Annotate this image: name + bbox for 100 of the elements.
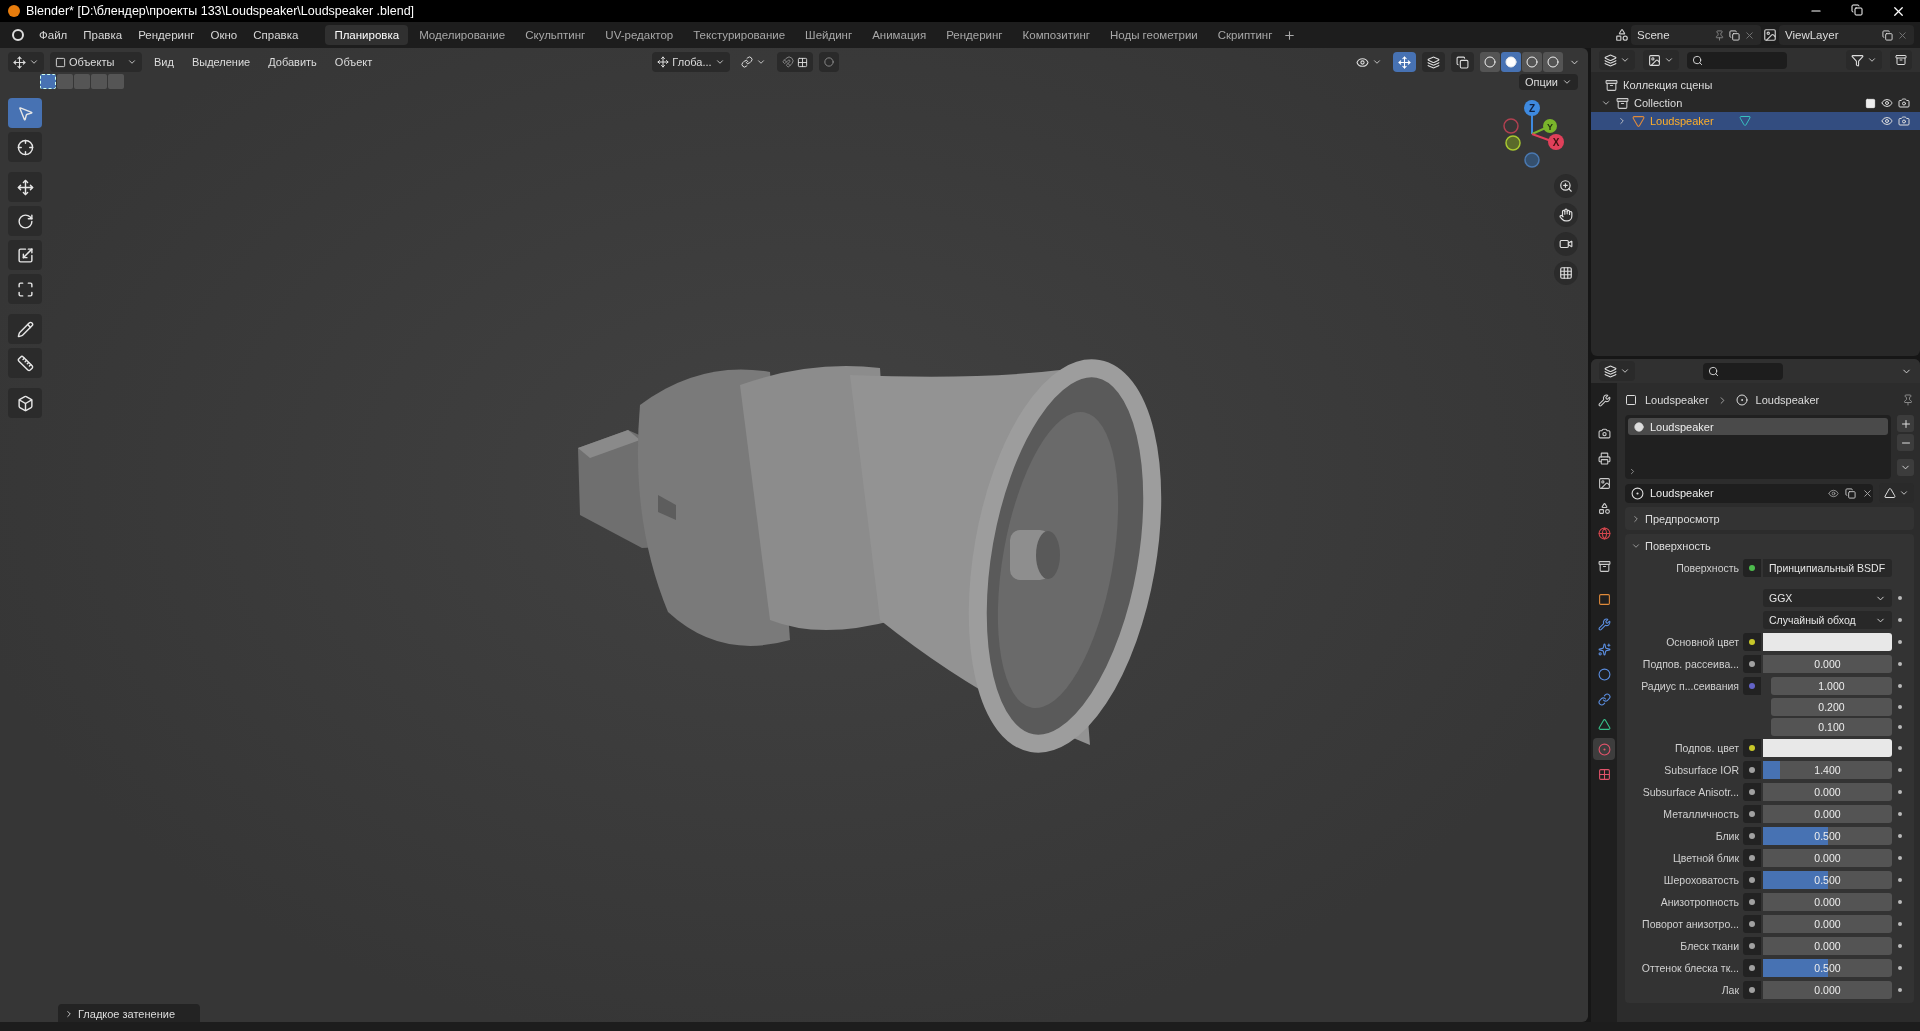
menu-item[interactable]: Объект <box>328 54 379 70</box>
material-field[interactable]: Loudspeaker <box>1625 483 1873 503</box>
last-operator-panel[interactable]: Гладкое затенение <box>58 1004 200 1022</box>
axis-gizmo[interactable]: Z Y X <box>1496 96 1566 176</box>
socket-button[interactable] <box>1743 849 1761 867</box>
socket-button[interactable] <box>1743 783 1761 801</box>
editor-type-button[interactable] <box>1599 361 1635 381</box>
workspace-tab[interactable]: Планировка <box>325 25 409 45</box>
gizmo-toggle[interactable] <box>1393 52 1416 72</box>
color-swatch[interactable] <box>1763 739 1892 757</box>
select-mode-button[interactable] <box>40 74 56 89</box>
eye-icon[interactable] <box>1881 97 1893 109</box>
tool-button[interactable] <box>8 172 42 202</box>
socket-button[interactable] <box>1743 981 1761 999</box>
new-collection-button[interactable] <box>1890 50 1912 70</box>
keyframe-dot[interactable] <box>1898 768 1902 772</box>
menu-item[interactable]: Вид <box>148 54 180 70</box>
restore-icon[interactable] <box>1851 3 1863 16</box>
keyframe-dot[interactable] <box>1898 596 1902 600</box>
scene-field[interactable]: Scene <box>1631 25 1761 45</box>
menu-item[interactable]: Выделение <box>185 54 257 70</box>
slot-menu-button[interactable] <box>1897 459 1914 476</box>
dropdown[interactable]: GGX <box>1763 589 1892 607</box>
tool-button[interactable] <box>8 348 42 378</box>
tool-button[interactable] <box>8 206 42 236</box>
tool-button[interactable] <box>8 132 42 162</box>
socket-button[interactable] <box>1743 655 1761 673</box>
add-icon[interactable] <box>1283 28 1297 42</box>
view-layer-icon[interactable] <box>1763 28 1777 42</box>
workspace-tab[interactable]: UV-редактор <box>596 25 683 45</box>
panel-header[interactable]: Поверхность <box>1631 537 1908 554</box>
pan-button[interactable] <box>1554 203 1578 227</box>
workspace-tab[interactable]: Шейдинг <box>796 25 862 45</box>
shading-button[interactable] <box>1480 52 1500 72</box>
workspace-tab[interactable]: Композитинг <box>1013 25 1099 45</box>
number-slider[interactable]: 0.500 <box>1763 959 1892 977</box>
tool-button[interactable] <box>8 388 42 418</box>
workspace-tab[interactable]: Рендеринг <box>937 25 1012 45</box>
socket-button[interactable] <box>1743 893 1761 911</box>
search-field[interactable] <box>1687 51 1787 69</box>
eye-icon[interactable] <box>1881 115 1893 127</box>
view-layer-field[interactable]: ViewLayer <box>1779 25 1914 45</box>
number-slider[interactable]: 0.000 <box>1763 805 1892 823</box>
number-field[interactable]: 0.200 <box>1771 698 1892 716</box>
menu-item[interactable]: Файл <box>32 26 75 44</box>
number-slider[interactable]: 0.000 <box>1763 849 1892 867</box>
socket-button[interactable] <box>1743 827 1761 845</box>
checkbox-icon[interactable] <box>1865 97 1876 109</box>
keyframe-dot[interactable] <box>1898 640 1902 644</box>
search-field[interactable] <box>1703 362 1783 380</box>
copy-icon[interactable] <box>1845 487 1856 499</box>
shading-button[interactable] <box>1543 52 1563 72</box>
menu-item[interactable]: Добавить <box>262 54 323 70</box>
zoom-button[interactable] <box>1554 174 1578 198</box>
overlay-button[interactable] <box>1422 52 1445 72</box>
remove-slot-button[interactable] <box>1897 434 1914 451</box>
xray-button[interactable] <box>1451 52 1474 72</box>
number-slider[interactable]: 0.000 <box>1763 915 1892 933</box>
orientation-dropdown[interactable]: Глоба... <box>652 52 730 72</box>
keyframe-dot[interactable] <box>1898 618 1902 622</box>
color-swatch[interactable] <box>1763 633 1892 651</box>
workspace-tab[interactable]: Скульптинг <box>516 25 595 45</box>
socket-button[interactable] <box>1743 871 1761 889</box>
workspace-tab[interactable]: Ноды геометрии <box>1101 25 1207 45</box>
outliner-row[interactable]: Collection <box>1591 94 1920 112</box>
app-logo-icon[interactable] <box>12 29 24 41</box>
keyframe-dot[interactable] <box>1898 922 1902 926</box>
menu-item[interactable]: Окно <box>203 26 245 44</box>
socket-button[interactable] <box>1743 739 1761 757</box>
keyframe-dot[interactable] <box>1898 944 1902 948</box>
keyframe-dot[interactable] <box>1898 900 1902 904</box>
socket-button[interactable] <box>1743 761 1761 779</box>
number-slider[interactable]: 0.000 <box>1763 893 1892 911</box>
keyframe-dot[interactable] <box>1898 725 1902 729</box>
number-slider[interactable]: 0.000 <box>1763 981 1892 999</box>
tool-button[interactable] <box>8 274 42 304</box>
outliner-row[interactable]: Loudspeaker <box>1591 112 1920 130</box>
panel-header[interactable]: Предпросмотр <box>1631 510 1908 527</box>
keyframe-dot[interactable] <box>1898 988 1902 992</box>
tool-button[interactable] <box>8 240 42 270</box>
number-slider[interactable]: 0.000 <box>1763 783 1892 801</box>
socket-button[interactable] <box>1743 915 1761 933</box>
scene-icon[interactable] <box>1615 28 1629 42</box>
snap-button[interactable] <box>776 52 813 72</box>
outliner-row[interactable]: Коллекция сцены <box>1591 76 1920 94</box>
keyframe-dot[interactable] <box>1898 790 1902 794</box>
workspace-tab[interactable]: Моделирование <box>410 25 515 45</box>
editor-type-button[interactable] <box>8 52 44 72</box>
filter-button[interactable] <box>1846 50 1882 70</box>
menu-item[interactable]: Справка <box>246 26 306 44</box>
keyframe-dot[interactable] <box>1898 878 1902 882</box>
camera-icon[interactable] <box>1898 115 1910 127</box>
material-slot[interactable]: Loudspeaker <box>1628 418 1888 435</box>
filter-mode-button[interactable] <box>1643 50 1679 70</box>
camera-icon[interactable] <box>1898 97 1910 109</box>
workspace-tab[interactable]: Скриптинг <box>1208 25 1282 45</box>
number-slider[interactable]: 0.000 <box>1763 937 1892 955</box>
pin-icon[interactable] <box>1902 394 1914 406</box>
keyframe-dot[interactable] <box>1898 812 1902 816</box>
number-slider[interactable]: 0.500 <box>1763 871 1892 889</box>
